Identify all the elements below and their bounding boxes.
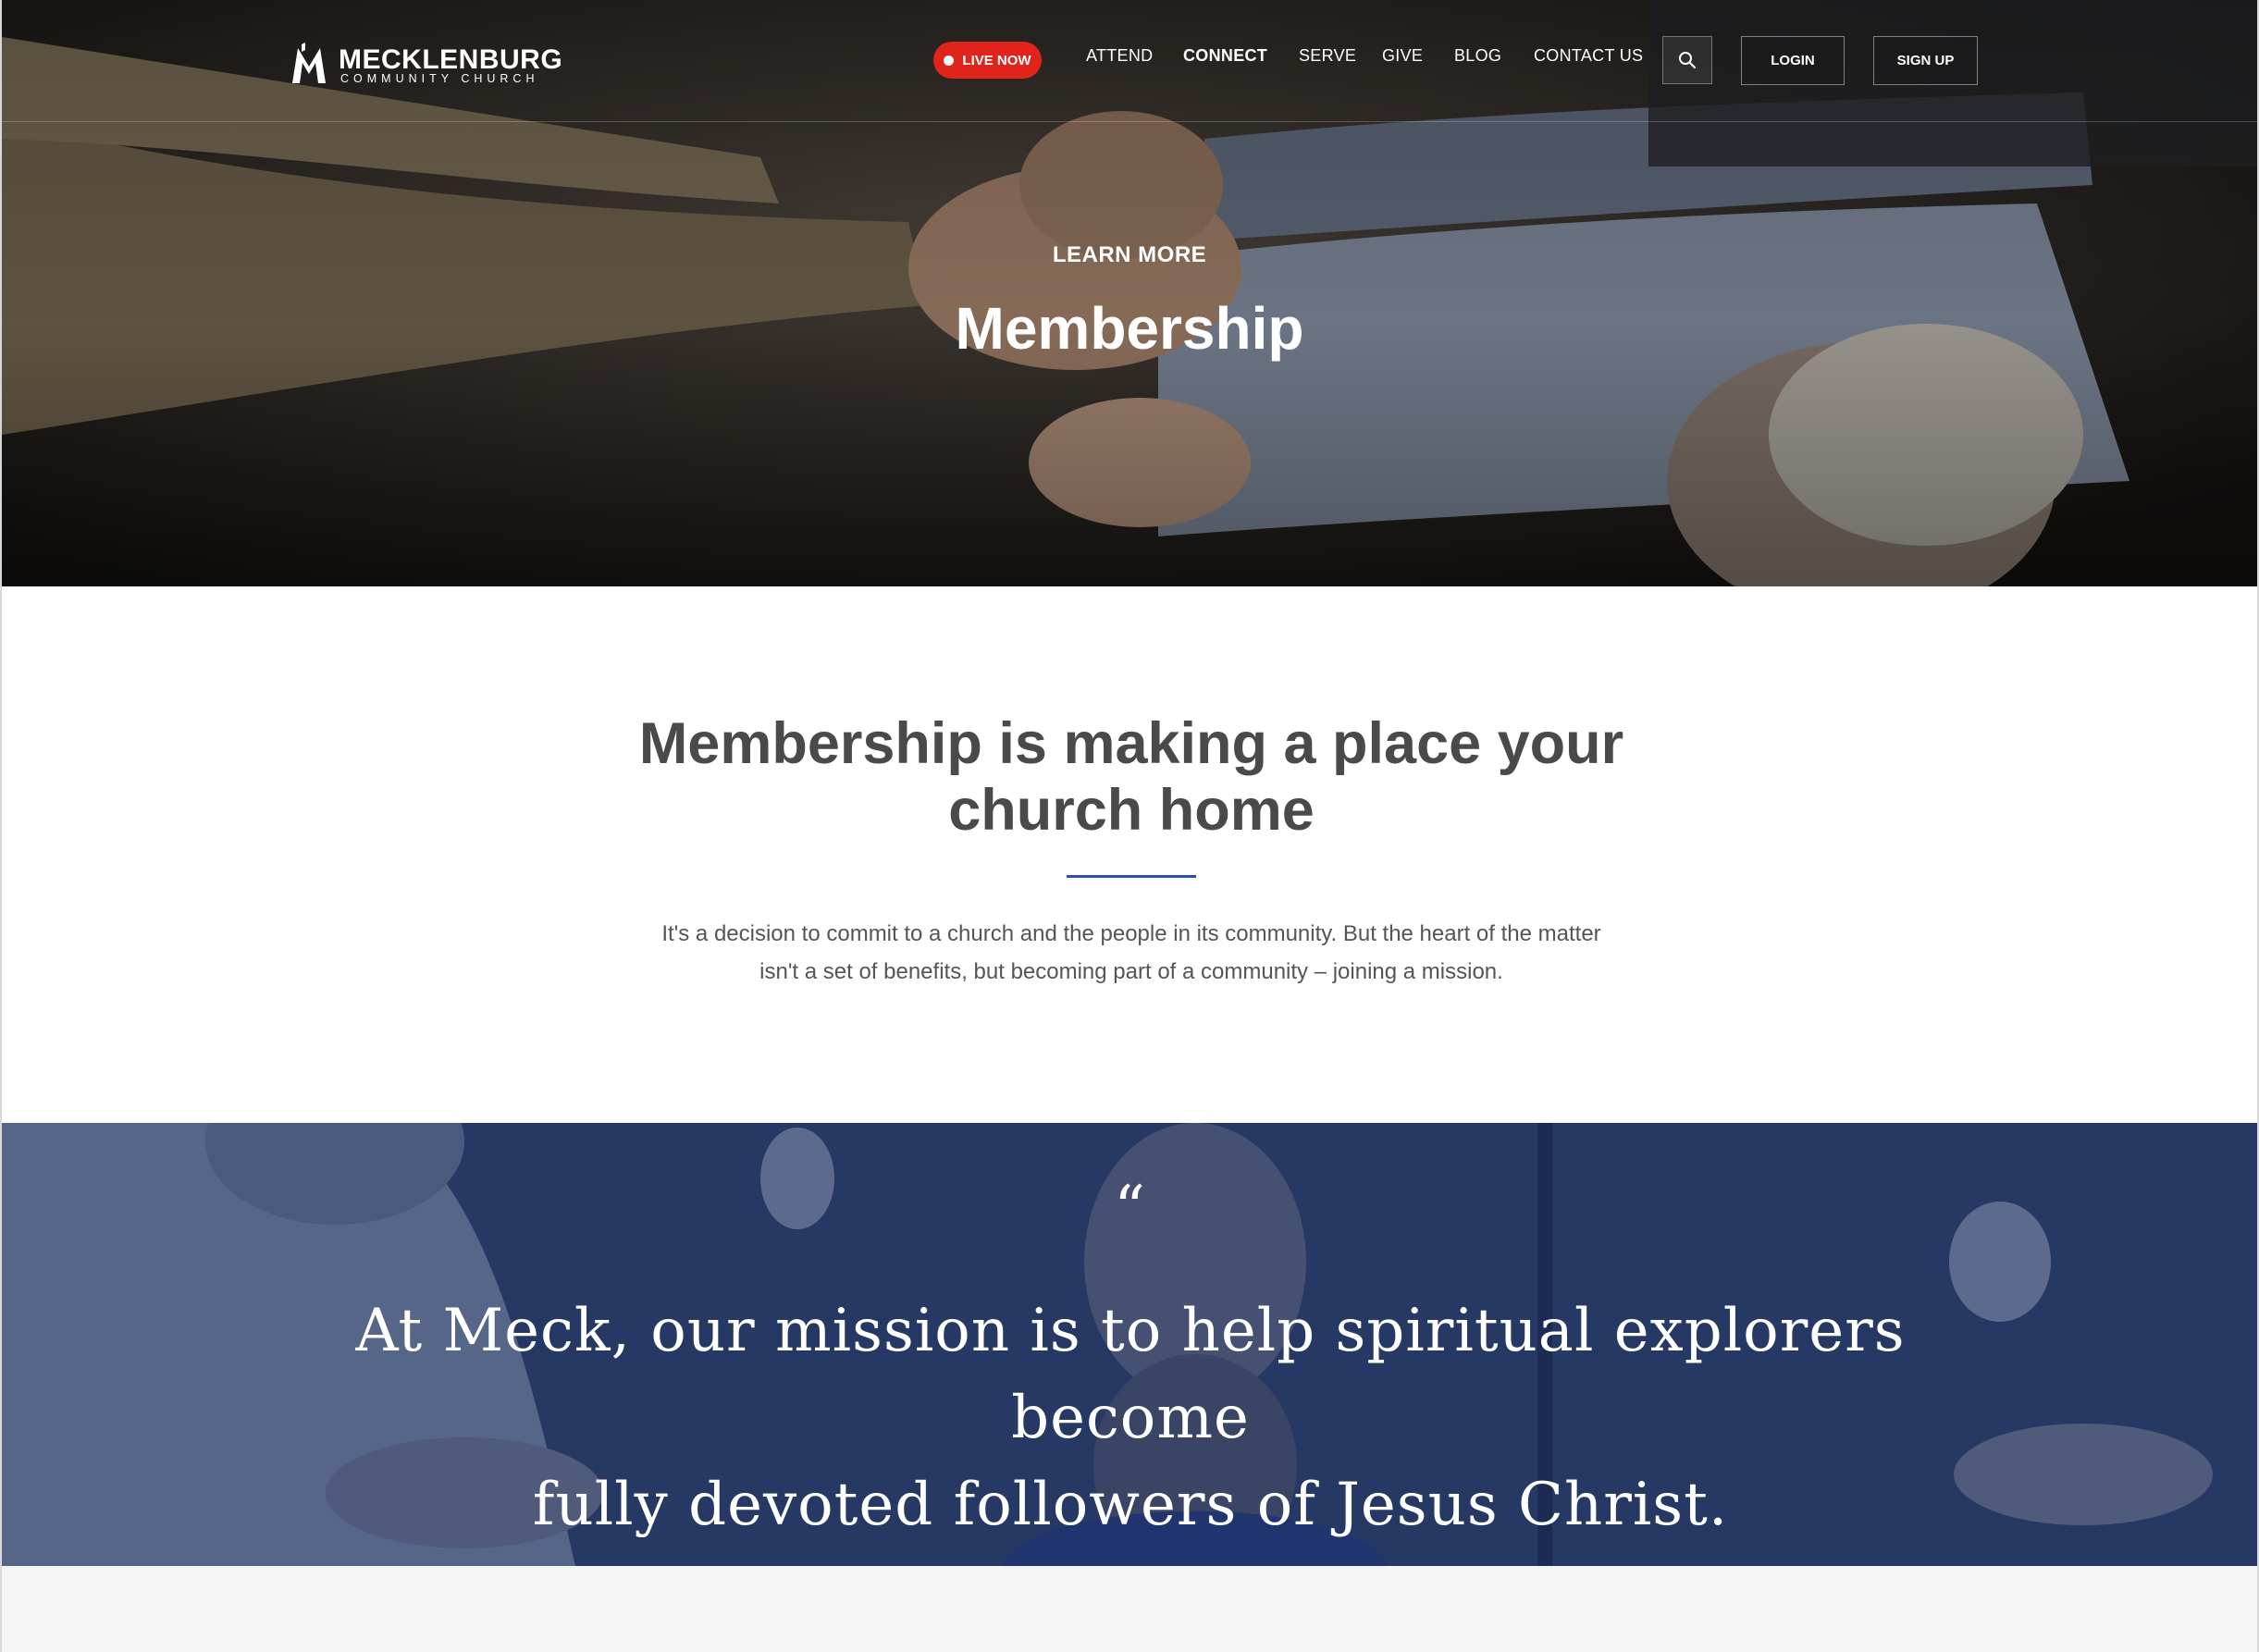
hero-eyebrow: LEARN MORE bbox=[1052, 242, 1207, 267]
hero-section: MECKLENBURG COMMUNITY CHURCH LIVE NOW AT… bbox=[2, 0, 2257, 586]
site-header: MECKLENBURG COMMUNITY CHURCH LIVE NOW AT… bbox=[2, 0, 2257, 122]
intro-heading-line-1: Membership is making a place your bbox=[638, 711, 1624, 776]
login-button[interactable]: LOGIN bbox=[1741, 36, 1845, 85]
intro-heading-line-2: church home bbox=[948, 778, 1315, 843]
sign-up-button[interactable]: SIGN UP bbox=[1873, 36, 1978, 85]
mission-quote-section: “ At Meck, our mission is to help spirit… bbox=[2, 1123, 2257, 1566]
heading-divider bbox=[1067, 875, 1196, 878]
nav-item-connect[interactable]: CONNECT bbox=[1183, 46, 1267, 66]
mission-quote: At Meck, our mission is to help spiritua… bbox=[233, 1288, 2028, 1548]
intro-text-line-1: It's a decision to commit to a church an… bbox=[661, 921, 1601, 946]
nav-item-blog[interactable]: BLOG bbox=[1454, 46, 1501, 66]
logo-subtitle: COMMUNITY CHURCH bbox=[340, 72, 539, 85]
intro-heading: Membership is making a place your church… bbox=[576, 710, 1686, 844]
intro-paragraph: It's a decision to commit to a church an… bbox=[613, 915, 1649, 991]
nav-item-contact-us[interactable]: CONTACT US bbox=[1534, 46, 1643, 66]
page-title: Membership bbox=[955, 295, 1304, 362]
intro-text-line-2: isn't a set of benefits, but becoming pa… bbox=[759, 959, 1503, 984]
footer-strip bbox=[2, 1566, 2257, 1652]
intro-section: Membership is making a place your church… bbox=[2, 586, 2257, 1123]
search-button[interactable] bbox=[1662, 36, 1712, 84]
mission-quote-line-2: fully devoted followers of Jesus Christ. bbox=[532, 1471, 1729, 1539]
quote-mark-icon: “ bbox=[1114, 1173, 1145, 1244]
nav-item-serve[interactable]: SERVE bbox=[1299, 46, 1356, 66]
nav-item-attend[interactable]: ATTEND bbox=[1086, 46, 1153, 66]
nav-item-give[interactable]: GIVE bbox=[1382, 46, 1423, 66]
search-icon bbox=[1679, 52, 1696, 68]
mission-quote-line-1: At Meck, our mission is to help spiritua… bbox=[355, 1297, 1906, 1452]
page: MECKLENBURG COMMUNITY CHURCH LIVE NOW AT… bbox=[0, 0, 2259, 1652]
